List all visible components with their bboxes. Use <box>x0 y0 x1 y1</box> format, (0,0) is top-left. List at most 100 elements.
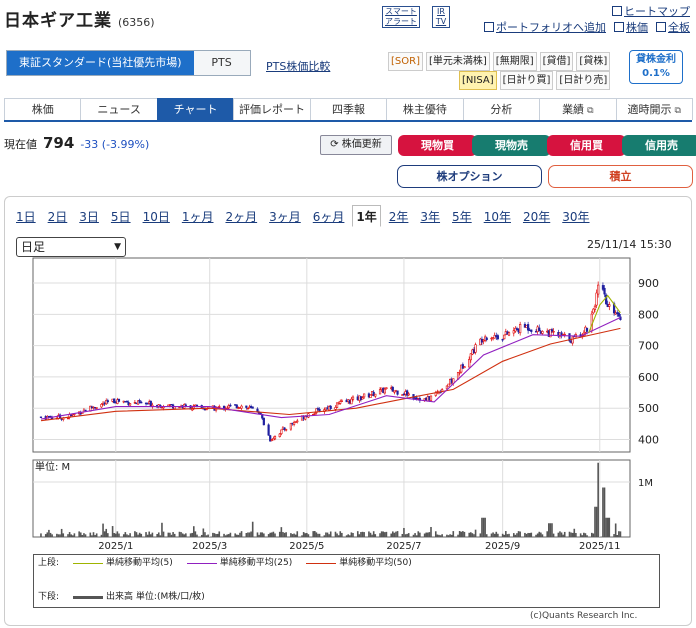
volume-bar <box>157 532 160 537</box>
volume-bar <box>616 534 619 537</box>
legend-ma50-swatch <box>306 562 337 564</box>
candle-body <box>350 398 353 405</box>
volume-bar <box>548 523 550 537</box>
volume-bar <box>474 529 477 537</box>
candle-body <box>240 405 243 409</box>
volume-bar <box>485 534 488 537</box>
volume-bar <box>374 534 377 537</box>
volume-bar <box>501 533 504 537</box>
volume-bar <box>84 534 87 537</box>
volume-bar <box>159 535 162 537</box>
chart-credit: (c)Quants Research Inc. <box>530 611 638 621</box>
volume-bar <box>595 506 598 537</box>
volume-bar <box>62 533 65 537</box>
volume-bar <box>272 531 275 537</box>
candle-body <box>595 292 598 306</box>
volume-bar <box>457 534 459 537</box>
volume-bar <box>329 531 332 537</box>
legend-volume-label: 出来高 単位:(M株/口/枚) <box>106 592 205 602</box>
volume-bar <box>234 533 236 537</box>
candle-body <box>229 404 232 407</box>
volume-bar <box>48 529 50 537</box>
volume-bar <box>584 533 587 537</box>
volume-bar <box>134 531 136 537</box>
volume-bar <box>541 534 544 537</box>
volume-bar <box>497 533 499 537</box>
volume-bar <box>317 533 319 537</box>
candle-body <box>603 287 606 295</box>
volume-bar <box>458 531 461 537</box>
volume-bar <box>318 533 321 537</box>
candle-body <box>458 372 461 374</box>
volume-bar <box>613 534 615 537</box>
volume-bar <box>229 532 232 537</box>
volume-bar <box>162 531 165 537</box>
volume-bar <box>194 531 197 537</box>
volume-bar <box>256 532 259 537</box>
volume-bar <box>425 532 428 537</box>
volume-bar <box>473 534 475 537</box>
volume-bar <box>427 532 429 537</box>
legend-ma50: 単純移動平均(50) <box>306 557 412 569</box>
volume-bar <box>140 533 143 537</box>
candle-body <box>530 329 533 332</box>
candle-body <box>593 305 597 310</box>
volume-bar <box>470 532 472 537</box>
volume-bar <box>382 531 385 537</box>
volume-bar <box>608 517 611 537</box>
volume-bar <box>313 531 316 537</box>
candle-body <box>195 404 199 407</box>
volume-bar <box>40 533 42 537</box>
volume-bar <box>67 534 69 537</box>
candle-body <box>106 400 109 403</box>
price-plot-frame <box>32 257 631 453</box>
volume-bar <box>100 534 103 537</box>
volume-bar <box>516 533 518 537</box>
volume-bar <box>107 533 109 537</box>
volume-bar <box>296 531 299 537</box>
volume-bar <box>248 532 251 537</box>
candle-body <box>552 331 555 333</box>
volume-bar <box>138 532 141 537</box>
volume-bar <box>161 522 163 537</box>
volume-bar <box>597 462 599 537</box>
volume-bar <box>412 534 415 537</box>
price-tick-label: 700 <box>638 340 659 353</box>
candle-body <box>469 353 472 361</box>
volume-bar <box>280 527 283 537</box>
candle-body <box>140 401 143 404</box>
candle-body <box>538 327 541 332</box>
volume-bar <box>261 532 264 537</box>
volume-bar <box>358 534 361 537</box>
volume-bar <box>528 533 531 537</box>
volume-bar <box>170 534 173 537</box>
volume-bar <box>540 532 542 537</box>
candle-body <box>485 337 488 340</box>
candle-body <box>541 331 544 334</box>
volume-bar <box>235 534 238 537</box>
volume-bar <box>337 535 340 537</box>
volume-bar <box>312 531 314 537</box>
volume-bar <box>512 533 515 537</box>
volume-bar <box>527 532 529 537</box>
volume-bar <box>414 533 416 537</box>
volume-bar <box>59 534 61 537</box>
volume-bar <box>393 532 396 537</box>
volume-bar <box>267 534 270 537</box>
volume-bar <box>563 531 566 537</box>
candle-body <box>251 406 254 409</box>
volume-bar <box>73 533 76 537</box>
volume-bar <box>396 531 399 537</box>
volume-bar <box>204 532 206 537</box>
volume-bar <box>173 533 176 537</box>
volume-bar <box>118 533 120 537</box>
volume-bar <box>294 534 297 537</box>
volume-bar <box>291 534 294 537</box>
candle-body <box>361 397 364 400</box>
legend-ma5-swatch <box>73 562 104 564</box>
volume-bar <box>505 531 507 537</box>
legend-upper-label: 上段: <box>38 558 60 568</box>
volume-bar <box>307 534 310 537</box>
volume-bar <box>250 531 252 537</box>
candle-body <box>378 389 382 395</box>
